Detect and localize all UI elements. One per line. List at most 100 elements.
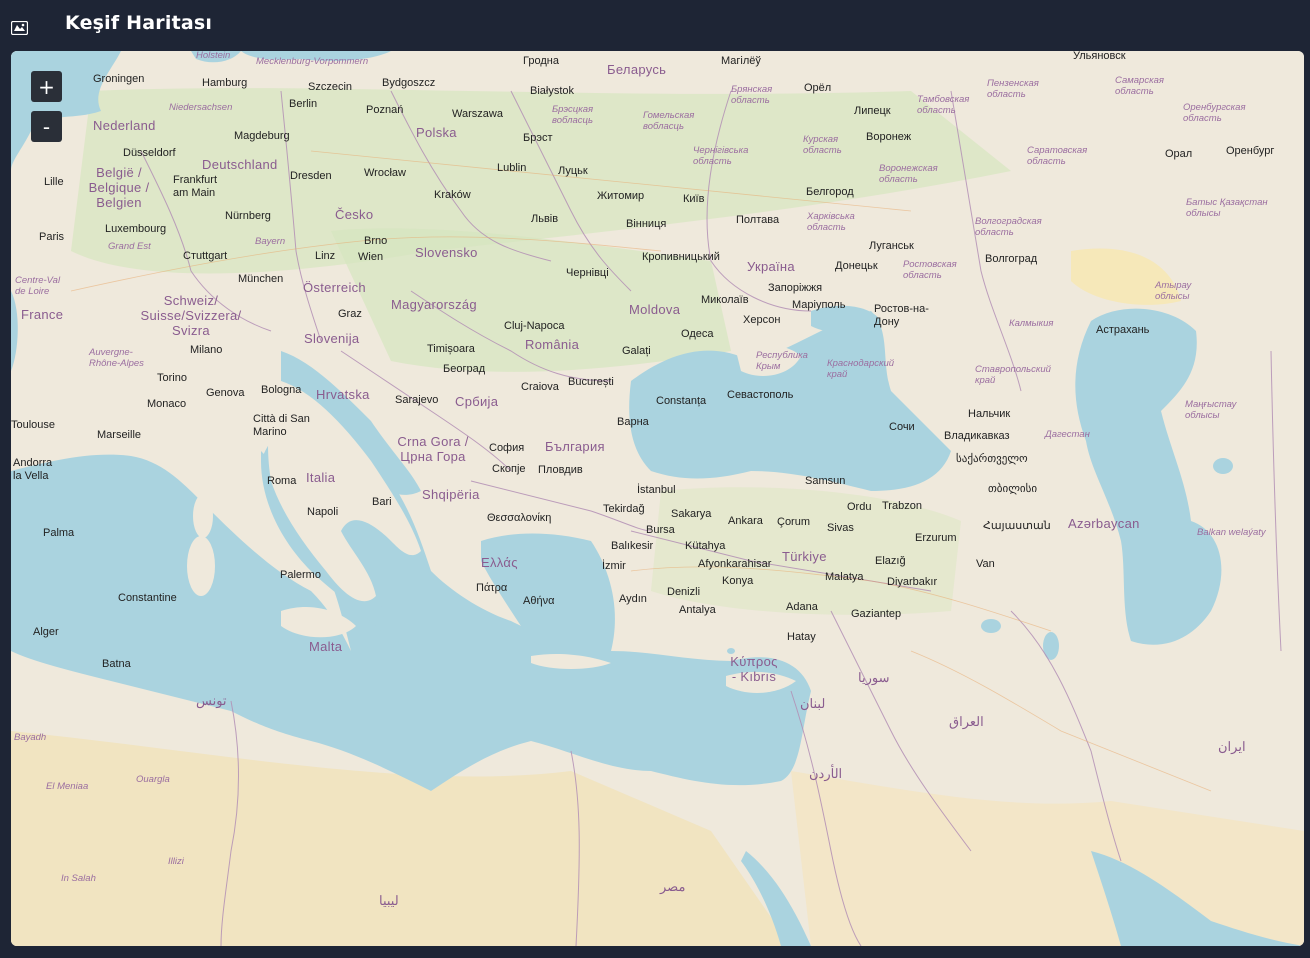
country-label: تونس	[196, 693, 227, 708]
country-label: Moldova	[629, 302, 681, 317]
city-label: Орёл	[804, 82, 832, 94]
region-label: Волгоградская область	[975, 216, 1042, 238]
region-label: Ouargla	[136, 774, 170, 785]
city-label: Denizli	[667, 586, 701, 598]
country-label: România	[525, 337, 580, 352]
region-label: Воронежская область	[879, 163, 938, 185]
city-label: Trabzon	[882, 500, 922, 512]
country-label: Magyarország	[391, 297, 477, 312]
city-label: Севастополь	[727, 389, 794, 401]
city-label: თბილისი	[988, 483, 1038, 495]
region-label: Пензенская область	[987, 78, 1039, 100]
city-label: Сочи	[889, 421, 915, 433]
city-label: Magdeburg	[234, 130, 290, 142]
city-label: Białystok	[530, 85, 575, 97]
region-label: In Salah	[61, 873, 96, 884]
region-label: Оренбургская область	[1183, 102, 1246, 124]
city-label: Wien	[358, 251, 384, 263]
region-label: Атырау облысы	[1155, 280, 1192, 302]
city-label: Elazığ	[875, 555, 906, 567]
region-label: Niedersachsen	[169, 102, 233, 113]
city-label: Nürnberg	[225, 210, 271, 222]
city-label: Орал	[1165, 148, 1193, 160]
city-label: Marseille	[97, 429, 142, 441]
city-label: Paris	[39, 231, 65, 243]
city-label: Владикавказ	[944, 430, 1010, 442]
city-label: საქართველო	[956, 453, 1028, 465]
city-label: Batna	[102, 658, 131, 670]
region-label: Illizi	[168, 856, 184, 867]
city-label: Kraków	[434, 189, 471, 201]
city-label: Sivas	[827, 522, 854, 534]
region-label: Калмыкия	[1009, 318, 1054, 329]
city-label: Белгород	[806, 186, 854, 198]
region-label: Брэсцкая вобласць	[552, 104, 594, 126]
region-label: Дагестан	[1045, 429, 1090, 440]
city-label: Samsun	[805, 475, 846, 487]
city-label: Հայաստան	[983, 520, 1051, 532]
city-label: Гродна	[523, 55, 559, 67]
city-label: Dresden	[290, 170, 332, 182]
city-label: Palermo	[280, 569, 321, 581]
country-label: العراق	[949, 714, 984, 729]
city-label: Graz	[338, 308, 362, 320]
region-label: Holstein	[196, 51, 231, 61]
city-label: Житомир	[597, 190, 645, 202]
city-label: Астрахань	[1096, 324, 1150, 336]
city-label: Düsseldorf	[123, 147, 176, 159]
city-label: Palma	[43, 527, 75, 539]
country-label: Hrvatska	[316, 387, 370, 402]
zoom-out-button[interactable]: -	[31, 111, 62, 142]
country-label: България	[545, 439, 605, 454]
map-canvas[interactable]: + - Nederland België / Belgique / Belgie…	[11, 51, 1304, 946]
city-label: Маріуполь	[792, 299, 846, 311]
city-label: Torino	[157, 372, 187, 384]
country-label: Ελλάς	[481, 555, 518, 570]
city-label: Львів	[531, 213, 559, 225]
city-label: Antalya	[679, 604, 716, 616]
country-label: Deutschland	[202, 157, 278, 172]
country-label: Österreich	[303, 280, 366, 295]
country-label: Україна	[747, 259, 795, 274]
city-label: Timișoara	[427, 343, 475, 355]
city-label: София	[489, 442, 525, 454]
city-label: Ankara	[728, 515, 763, 527]
city-label: Berlin	[289, 98, 318, 110]
city-label: Брэст	[523, 132, 553, 144]
region-label: Bayern	[255, 236, 286, 247]
city-label: Оренбург	[1226, 145, 1275, 157]
city-label: Воронеж	[866, 131, 912, 143]
city-label: Lublin	[497, 162, 527, 174]
city-label: Ordu	[847, 501, 872, 513]
city-label: Poznań	[366, 104, 404, 116]
city-label: Galați	[622, 345, 651, 357]
region-label: Mecklenburg-Vorpommern	[256, 56, 369, 67]
city-label: Θεσσαλονίκη	[487, 512, 552, 524]
city-label: Alger	[33, 626, 59, 638]
city-label: Пловдив	[538, 464, 583, 476]
country-label: Κύπρος - Kıbrıs	[730, 654, 778, 684]
city-label: Constanța	[656, 395, 707, 407]
city-label: Città di San Marino	[253, 413, 310, 438]
region-label: Краснодарский край	[827, 358, 895, 380]
city-label: Скопје	[492, 463, 526, 475]
city-label: Toulouse	[11, 419, 56, 431]
region-label: Брянская область	[731, 84, 773, 106]
country-label: لبنان	[800, 696, 826, 711]
city-label: Van	[976, 558, 995, 570]
region-label: Grand Est	[108, 241, 151, 252]
country-label: België / Belgique / Belgien	[88, 165, 150, 210]
region-label: Ставропольский край	[975, 364, 1051, 386]
city-label: Ростов-на-Дону	[874, 303, 929, 328]
city-label: München	[238, 273, 284, 285]
region-label: Самарская область	[1115, 75, 1164, 97]
city-label: București	[568, 376, 614, 388]
zoom-in-button[interactable]: +	[31, 71, 62, 102]
city-label: Luxembourg	[105, 223, 167, 235]
city-label: Луганськ	[869, 240, 914, 252]
city-label: Bologna	[261, 384, 302, 396]
region-label: Батыс Қазақстан облысы	[1186, 197, 1268, 219]
region-label: Auvergne-Rhône-Alpes	[89, 347, 144, 369]
country-label: الأردن	[809, 766, 843, 781]
city-label: Cluj-Napoca	[504, 320, 565, 332]
